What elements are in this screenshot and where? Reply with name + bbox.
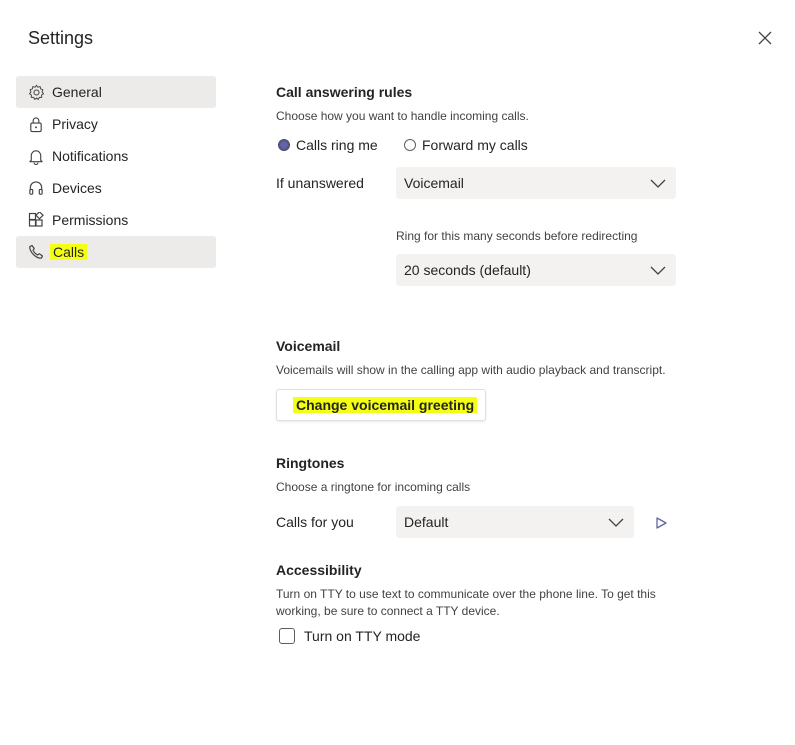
- section-description-line1: Turn on TTY to use text to communicate o…: [276, 587, 656, 601]
- button-label: Change voicemail greeting: [293, 397, 478, 413]
- close-icon: [758, 31, 772, 45]
- gear-icon: [27, 83, 45, 101]
- headset-icon: [27, 179, 45, 197]
- radio-label: Forward my calls: [422, 137, 528, 153]
- close-button[interactable]: [756, 29, 774, 47]
- section-description-line2: working, be sure to connect a TTY device…: [276, 604, 500, 618]
- section-description: Choose how you want to handle incoming c…: [276, 109, 529, 123]
- section-heading-accessibility: Accessibility: [276, 562, 362, 578]
- calls-for-you-dropdown[interactable]: Default: [396, 506, 634, 538]
- chevron-down-icon: [650, 266, 666, 275]
- dialog-title: Settings: [28, 28, 94, 48]
- change-voicemail-greeting-button[interactable]: Change voicemail greeting: [276, 389, 486, 421]
- sidebar-item-general[interactable]: General: [16, 76, 216, 108]
- sidebar-item-permissions[interactable]: Permissions: [16, 204, 216, 236]
- play-icon: [656, 517, 667, 529]
- sidebar-item-label: Calls: [50, 244, 88, 260]
- bell-icon: [27, 147, 45, 165]
- lock-icon: [27, 115, 45, 133]
- sidebar-item-devices[interactable]: Devices: [16, 172, 216, 204]
- radio-indicator: [278, 139, 290, 151]
- section-heading-call-answering: Call answering rules: [276, 84, 413, 100]
- radio-forward-my-calls[interactable]: Forward my calls: [404, 137, 528, 153]
- apps-icon: [27, 211, 45, 229]
- ring-duration-dropdown[interactable]: 20 seconds (default): [396, 254, 676, 286]
- sidebar-item-label: Permissions: [52, 212, 129, 228]
- dropdown-value: Default: [404, 514, 449, 530]
- section-description: Choose a ringtone for incoming calls: [276, 480, 471, 494]
- phone-icon: [27, 243, 45, 261]
- sidebar-item-label: Privacy: [52, 116, 98, 132]
- sidebar-item-label: Notifications: [52, 148, 129, 164]
- section-description: Voicemails will show in the calling app …: [276, 363, 666, 377]
- radio-label: Calls ring me: [296, 137, 378, 153]
- sidebar-item-notifications[interactable]: Notifications: [16, 140, 216, 172]
- sidebar-item-label: General: [52, 84, 102, 100]
- checkbox-label: Turn on TTY mode: [304, 628, 421, 644]
- radio-calls-ring-me[interactable]: Calls ring me: [278, 137, 378, 153]
- ring-duration-label: Ring for this many seconds before redire…: [396, 229, 638, 243]
- if-unanswered-label: If unanswered: [276, 175, 364, 191]
- sidebar-item-calls[interactable]: Calls: [16, 236, 216, 268]
- sidebar-item-label: Devices: [52, 180, 102, 196]
- if-unanswered-dropdown[interactable]: Voicemail: [396, 167, 676, 199]
- settings-sidebar: General Privacy Notifications Devices Pe…: [16, 76, 216, 268]
- dropdown-value: 20 seconds (default): [404, 262, 531, 278]
- chevron-down-icon: [608, 518, 624, 527]
- chevron-down-icon: [650, 179, 666, 188]
- tty-mode-checkbox[interactable]: Turn on TTY mode: [279, 628, 420, 644]
- sidebar-item-privacy[interactable]: Privacy: [16, 108, 216, 140]
- play-ringtone-button[interactable]: [654, 516, 668, 535]
- radio-indicator: [404, 139, 416, 151]
- calls-for-you-label: Calls for you: [276, 514, 354, 530]
- section-heading-voicemail: Voicemail: [276, 338, 341, 354]
- section-heading-ringtones: Ringtones: [276, 455, 345, 471]
- checkbox-box: [279, 628, 295, 644]
- dropdown-value: Voicemail: [404, 175, 464, 191]
